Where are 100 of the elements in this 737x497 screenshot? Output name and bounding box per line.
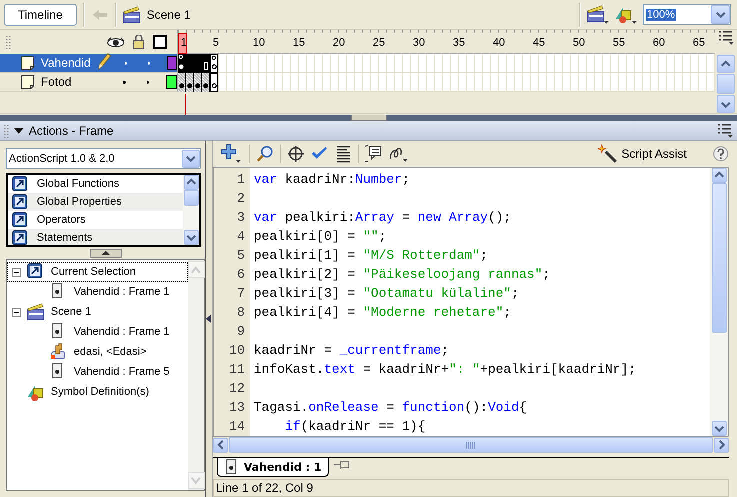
code-line: kaadriNr = _currentframe;: [254, 342, 450, 360]
zoom-field[interactable]: 100%: [643, 4, 731, 25]
code-line: pealkiri[2] = "Päikeseloojang rannas";: [254, 266, 550, 284]
layer-color-swatch[interactable]: [166, 56, 177, 70]
scrollbar-thumb[interactable]: [229, 437, 713, 454]
code-line: pealkiri[0] = "";: [254, 228, 387, 246]
code-line: var pealkiri:Array = new Array();: [254, 209, 512, 228]
button-symbol-icon: [50, 343, 68, 361]
line-number: 6: [236, 266, 246, 284]
collapse-triangle-icon[interactable]: [13, 126, 25, 136]
lock-icon[interactable]: [133, 34, 145, 50]
collapse-bar[interactable]: [205, 141, 213, 497]
tree-item[interactable]: Vahendid : Frame 1: [7, 322, 188, 342]
toolbox-item[interactable]: Operators: [8, 211, 183, 229]
tree-item[interactable]: Symbol Definition(s): [7, 382, 188, 402]
frame-number: 20: [333, 37, 346, 49]
line-number: 2: [236, 190, 246, 208]
toolbox-item[interactable]: Statements: [8, 229, 183, 245]
script-tab[interactable]: Vahendid : 1: [217, 458, 329, 478]
panel-menu-icon[interactable]: [718, 30, 734, 46]
frame-cell[interactable]: [202, 73, 210, 92]
code-line: if(kaadriNr == 1){: [285, 418, 426, 436]
scrollbar-thumb[interactable]: [184, 190, 198, 206]
code-line: pealkiri[4] = "Moderne rehetare";: [254, 304, 512, 322]
frame-number: 35: [453, 37, 466, 49]
frame-cell[interactable]: [210, 54, 218, 73]
line-number: 8: [236, 304, 246, 322]
add-icon[interactable]: [221, 144, 243, 164]
splitter-button[interactable]: [90, 248, 122, 258]
find-icon[interactable]: [256, 145, 274, 164]
version-dropdown[interactable]: ActionScript 1.0 & 2.0: [6, 148, 201, 169]
panel-header[interactable]: Actions - Frame: [0, 121, 737, 141]
grip-lines-icon: [466, 442, 476, 449]
arrow-box-icon: [12, 194, 28, 210]
tree-item[interactable]: Scene 1: [7, 302, 188, 322]
lock-dot[interactable]: [146, 80, 149, 84]
tree-item[interactable]: Vahendid : Frame 5: [7, 362, 188, 382]
frame-cell[interactable]: [202, 54, 210, 73]
layer-row[interactable]: Vahendid: [0, 54, 178, 73]
frame-number: 45: [533, 37, 546, 49]
frame-cell[interactable]: [178, 54, 186, 73]
script-assist-button[interactable]: Script Assist: [598, 144, 687, 164]
comment-icon[interactable]: [365, 145, 383, 164]
splitter-handle[interactable]: [350, 115, 386, 121]
frame-cell[interactable]: [194, 73, 202, 92]
collapse-toggle[interactable]: [12, 308, 21, 316]
layer-icon: [20, 74, 36, 90]
debug-icon[interactable]: [389, 145, 411, 164]
visibility-dot[interactable]: [124, 62, 127, 64]
clapperboard-icon: [122, 6, 141, 24]
panel-menu-icon[interactable]: [717, 122, 733, 138]
target-icon[interactable]: [287, 145, 305, 164]
scene-name: Scene 1: [146, 8, 191, 22]
visibility-dot[interactable]: [123, 80, 126, 84]
line-number: 1: [236, 171, 246, 190]
line-number: 11: [228, 361, 246, 380]
frame-cell[interactable]: [210, 73, 218, 92]
line-number: 7: [236, 285, 246, 304]
drag-handle-icon[interactable]: [6, 35, 11, 49]
code-line: var kaadriNr:Number;: [254, 171, 410, 190]
arrow-box-icon: [27, 263, 45, 281]
frame-icon: [224, 459, 238, 476]
lock-dot[interactable]: [148, 62, 150, 64]
timeline-button[interactable]: Timeline: [4, 4, 77, 26]
tree-item[interactable]: Current Selection: [7, 262, 188, 282]
frame-cell[interactable]: [186, 73, 194, 92]
clapperboard-icon[interactable]: [587, 4, 609, 24]
line-number: 4: [236, 228, 246, 246]
frame-number: 65: [693, 37, 706, 49]
frame-number: 15: [293, 37, 306, 49]
code-line: infoKast.text = kaadriNr+": "+pealkiri[kaadriNr];: [254, 361, 636, 380]
auto-format-icon[interactable]: [335, 144, 352, 164]
frame-number: 25: [373, 37, 386, 49]
status-bar: Line 1 of 22, Col 9: [213, 479, 729, 497]
frame-number: 60: [653, 37, 666, 49]
scrollbar-thumb[interactable]: [712, 183, 726, 334]
clapperboard-icon: [27, 303, 45, 321]
toolbox-item[interactable]: Global Functions: [8, 175, 183, 193]
line-number: 5: [236, 247, 246, 266]
scrollbar-thumb[interactable]: [717, 74, 735, 94]
tree-item[interactable]: Vahendid : Frame 1: [7, 282, 188, 302]
outline-square-icon[interactable]: [153, 35, 167, 49]
layer-icon: [20, 56, 36, 70]
layer-row[interactable]: Fotod: [0, 73, 178, 92]
drag-handle-icon[interactable]: [4, 124, 9, 138]
code-editor[interactable]: [213, 167, 729, 438]
code-line: pealkiri[3] = "Ootamatu külaline";: [254, 285, 520, 304]
layer-color-swatch[interactable]: [166, 75, 177, 89]
panel-title: Actions - Frame: [29, 124, 114, 138]
frame-number: 5: [213, 37, 220, 49]
line-number: 10: [228, 342, 246, 360]
up-triangle-icon: [102, 250, 110, 256]
frame-cell[interactable]: [178, 73, 186, 92]
collapse-toggle[interactable]: [12, 268, 21, 276]
eye-icon[interactable]: [107, 36, 125, 48]
toolbox-item[interactable]: Global Properties: [8, 193, 183, 211]
left-triangle-icon: [206, 315, 211, 323]
scroll-up-icon: [190, 264, 202, 274]
help-icon[interactable]: [713, 146, 729, 162]
tree-item[interactable]: edasi, <Edasi>: [7, 342, 188, 362]
